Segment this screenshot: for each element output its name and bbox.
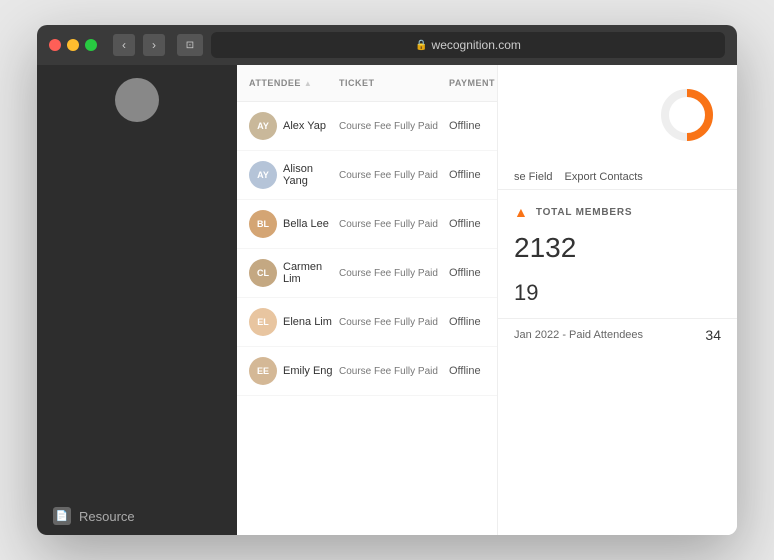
stats-actions: se Field Export Contacts <box>498 165 737 190</box>
ticket-cell: Course Fee Fully Paid <box>339 317 449 328</box>
sort-icon: ▲ <box>304 79 312 88</box>
sidebar-avatar-area <box>37 65 237 135</box>
avatar-initials: AY <box>249 161 277 189</box>
back-button[interactable]: ‹ <box>113 34 135 56</box>
th-attendee: ATTENDEE ▲ <box>249 73 339 93</box>
chart-area <box>498 65 737 165</box>
maximize-button[interactable] <box>85 39 97 51</box>
attendee-cell: AY Alison Yang <box>249 161 339 189</box>
attendee-cell: EL Elena Lim <box>249 308 339 336</box>
address-bar[interactable]: 🔒 wecognition.com <box>211 32 725 58</box>
ticket-cell: Course Fee Fully Paid <box>339 366 449 377</box>
avatar-initials: CL <box>249 259 277 287</box>
total-members-label: TOTAL MEMBERS <box>536 207 633 218</box>
stats-panel: se Field Export Contacts ▲ TOTAL MEMBERS… <box>497 65 737 535</box>
ticket-cell: Course Fee Fully Paid <box>339 170 449 181</box>
browser-content: 📄 Resource ATTENDEE ▲ TICKET PAYMENT TYP… <box>37 65 737 535</box>
sidebar: 📄 Resource <box>37 65 237 535</box>
ticket-cell: Course Fee Fully Paid <box>339 219 449 230</box>
minimize-button[interactable] <box>67 39 79 51</box>
avatar-initials: AY <box>249 112 277 140</box>
ticket-cell: Course Fee Fully Paid <box>339 268 449 279</box>
attendee-avatar: AY <box>249 112 277 140</box>
attendee-name: Carmen Lim <box>283 261 339 285</box>
attendee-avatar: CL <box>249 259 277 287</box>
sidebar-resource-item[interactable]: 📄 Resource <box>37 497 237 535</box>
resource-label: Resource <box>79 509 135 524</box>
paid-attendees-value: 34 <box>705 327 721 343</box>
export-contacts-button[interactable]: Export Contacts <box>565 171 643 183</box>
avatar-initials: EE <box>249 357 277 385</box>
url-text: wecognition.com <box>432 38 521 52</box>
secondary-value: 19 <box>498 276 737 318</box>
total-members-value: 2132 <box>498 228 737 276</box>
titlebar: ‹ › ⊡ 🔒 wecognition.com <box>37 25 737 65</box>
attendee-avatar: EE <box>249 357 277 385</box>
attendee-avatar: AY <box>249 161 277 189</box>
total-members-header: ▲ TOTAL MEMBERS <box>498 190 737 228</box>
attendee-avatar: BL <box>249 210 277 238</box>
attendee-cell: AY Alex Yap <box>249 112 339 140</box>
ticket-cell: Course Fee Fully Paid <box>339 121 449 132</box>
th-ticket: TICKET <box>339 73 449 93</box>
avatar <box>115 78 159 122</box>
resource-icon: 📄 <box>53 507 71 525</box>
attendee-name: Elena Lim <box>283 316 332 328</box>
attendee-name: Alex Yap <box>283 120 326 132</box>
traffic-lights <box>49 39 97 51</box>
paid-attendees-row: Jan 2022 - Paid Attendees 34 <box>498 318 737 351</box>
attendee-name: Alison Yang <box>283 163 339 187</box>
close-button[interactable] <box>49 39 61 51</box>
lock-icon: 🔒 <box>415 40 427 51</box>
attendee-avatar: EL <box>249 308 277 336</box>
use-field-button[interactable]: se Field <box>514 171 553 183</box>
attendee-cell: CL Carmen Lim <box>249 259 339 287</box>
attendee-name: Emily Eng <box>283 365 333 377</box>
avatar-initials: BL <box>249 210 277 238</box>
avatar-initials: EL <box>249 308 277 336</box>
donut-chart <box>657 85 717 145</box>
tab-button[interactable]: ⊡ <box>177 34 203 56</box>
paid-attendees-label: Jan 2022 - Paid Attendees <box>514 329 643 341</box>
sort-up-icon: ▲ <box>514 204 528 220</box>
forward-button[interactable]: › <box>143 34 165 56</box>
browser-window: ‹ › ⊡ 🔒 wecognition.com 📄 Resource ATTEN… <box>37 25 737 535</box>
attendee-cell: EE Emily Eng <box>249 357 339 385</box>
attendee-name: Bella Lee <box>283 218 329 230</box>
attendee-cell: BL Bella Lee <box>249 210 339 238</box>
